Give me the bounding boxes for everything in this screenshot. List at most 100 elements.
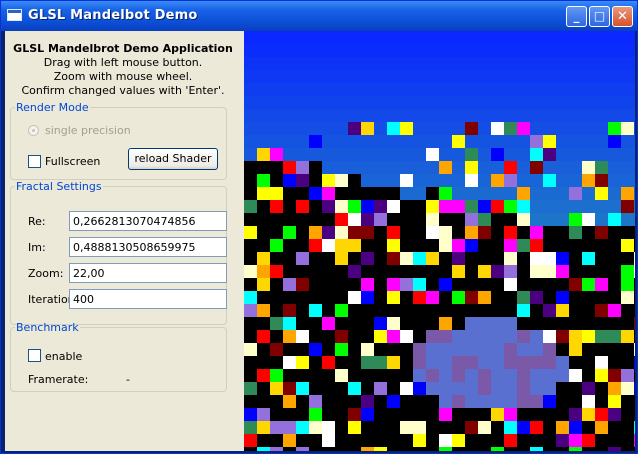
fractal-pixel (257, 161, 270, 174)
fractal-pixel (361, 382, 374, 395)
fractal-pixel (556, 369, 569, 382)
fractal-pixel (608, 161, 621, 174)
iterations-input[interactable] (69, 289, 227, 309)
zoom-input[interactable] (69, 263, 227, 283)
fullscreen-checkbox[interactable] (28, 155, 41, 168)
mandelbrot-viewport[interactable] (244, 31, 635, 451)
fractal-pixel (400, 278, 413, 291)
fractal-pixel (634, 447, 635, 451)
im-label: Im: (28, 241, 46, 254)
fractal-pixel (322, 239, 335, 252)
fractal-pixel (257, 200, 270, 213)
fractal-pixel (374, 122, 387, 135)
re-input[interactable] (69, 211, 227, 231)
fractal-pixel (270, 57, 283, 70)
fractal-pixel (335, 31, 348, 44)
fractal-pixel (543, 44, 556, 57)
fractal-pixel (608, 213, 621, 226)
fractal-pixel (348, 200, 361, 213)
fractal-pixel (530, 421, 543, 434)
fractal-pixel (439, 382, 452, 395)
fractal-pixel (634, 395, 635, 408)
close-button[interactable]: ✕ (612, 6, 633, 27)
fractal-pixel (634, 343, 635, 356)
fractal-pixel (452, 447, 465, 451)
fractal-pixel (374, 434, 387, 447)
fractal-pixel (465, 382, 478, 395)
fractal-pixel (257, 369, 270, 382)
fractal-pixel (426, 317, 439, 330)
fractal-pixel (491, 252, 504, 265)
fractal-pixel (348, 239, 361, 252)
fractal-pixel (348, 57, 361, 70)
fractal-pixel (556, 200, 569, 213)
fractal-pixel (478, 57, 491, 70)
fractal-pixel (387, 57, 400, 70)
single-precision-radio[interactable] (28, 125, 39, 136)
fractal-pixel (556, 291, 569, 304)
fractal-pixel (634, 200, 635, 213)
fractal-pixel (465, 135, 478, 148)
fractal-pixel (322, 265, 335, 278)
fractal-pixel (634, 135, 635, 148)
fractal-pixel (413, 83, 426, 96)
fractal-pixel (543, 317, 556, 330)
fractal-pixel (621, 174, 634, 187)
fractal-pixel (517, 304, 530, 317)
title-bar[interactable]: GLSL Mandelbot Demo _ □ ✕ (1, 1, 637, 31)
fractal-pixel (387, 395, 400, 408)
fractal-pixel (270, 109, 283, 122)
fractal-pixel (608, 122, 621, 135)
fractal-pixel (634, 434, 635, 447)
im-input[interactable] (69, 237, 227, 257)
fractal-pixel (309, 200, 322, 213)
mandelbrot-render[interactable] (244, 31, 635, 451)
fractal-pixel (296, 252, 309, 265)
fractal-pixel (296, 161, 309, 174)
fractal-pixel (595, 213, 608, 226)
fractal-pixel (478, 70, 491, 83)
app-window-icon[interactable] (7, 9, 22, 21)
fractal-pixel (322, 44, 335, 57)
fractal-pixel (361, 317, 374, 330)
maximize-button[interactable]: □ (589, 6, 610, 27)
zoom-label: Zoom: (28, 267, 64, 280)
fractal-pixel (322, 369, 335, 382)
fractal-pixel (504, 226, 517, 239)
fractal-pixel (348, 304, 361, 317)
minimize-button[interactable]: _ (566, 6, 587, 27)
fractal-pixel (348, 317, 361, 330)
fractal-pixel (543, 135, 556, 148)
fractal-pixel (348, 330, 361, 343)
fractal-pixel (582, 434, 595, 447)
fractal-pixel (270, 200, 283, 213)
fractal-pixel (283, 109, 296, 122)
fractal-pixel (582, 252, 595, 265)
fractal-pixel (608, 408, 621, 421)
fractal-pixel (608, 395, 621, 408)
fractal-pixel (517, 226, 530, 239)
fractal-pixel (530, 161, 543, 174)
fractal-pixel (517, 83, 530, 96)
fractal-pixel (257, 317, 270, 330)
fractal-pixel (439, 31, 452, 44)
fractal-pixel (595, 291, 608, 304)
reload-shader-button[interactable]: reload Shader (128, 148, 218, 170)
benchmark-enable-checkbox[interactable] (28, 349, 41, 362)
fractal-pixel (400, 174, 413, 187)
fractal-pixel (387, 330, 400, 343)
fractal-pixel (530, 265, 543, 278)
fractal-pixel (270, 317, 283, 330)
fractal-pixel (556, 408, 569, 421)
fractal-pixel (621, 187, 634, 200)
fractal-pixel (387, 70, 400, 83)
fractal-pixel (543, 382, 556, 395)
fractal-pixel (348, 44, 361, 57)
fractal-pixel (439, 447, 452, 451)
fractal-pixel (569, 291, 582, 304)
fractal-pixel (361, 44, 374, 57)
fractal-pixel (543, 330, 556, 343)
fractal-pixel (257, 31, 270, 44)
fractal-pixel (244, 356, 257, 369)
fractal-pixel (582, 239, 595, 252)
